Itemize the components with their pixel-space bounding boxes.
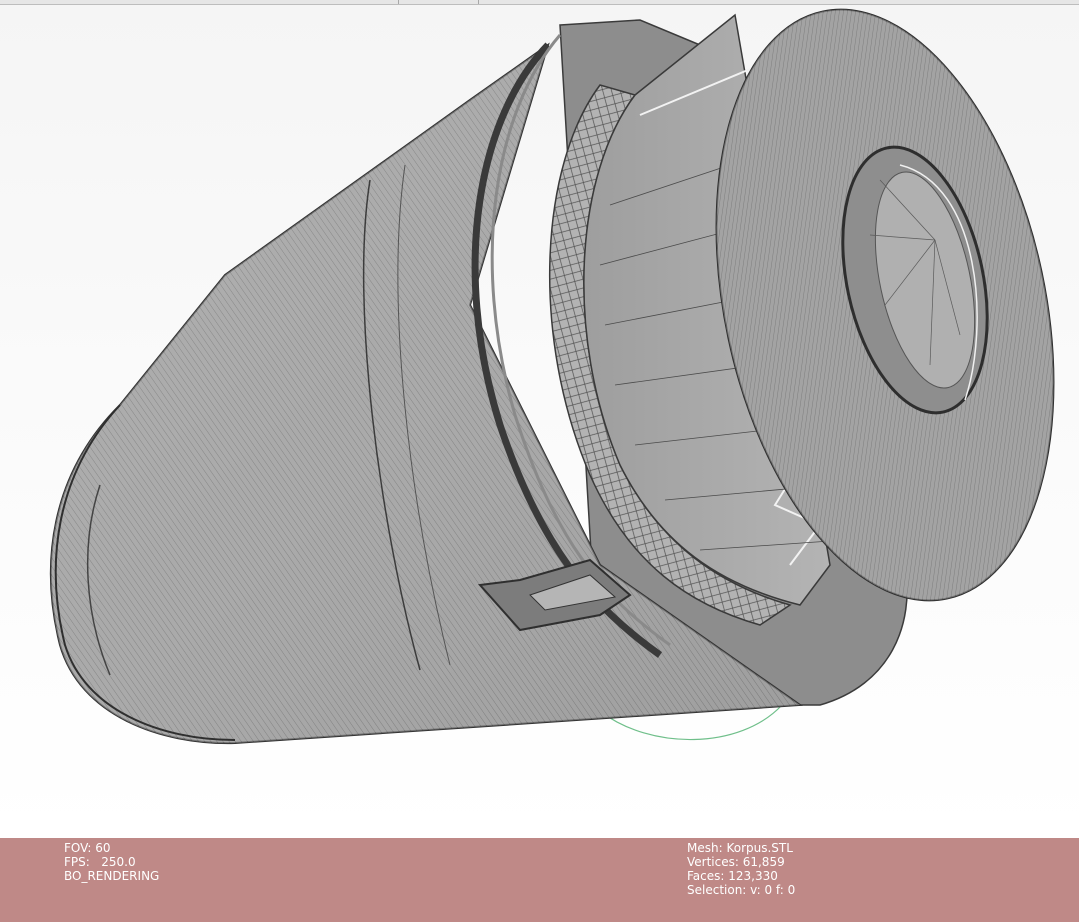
- info-panel: FOV: 60 FPS: 250.0 BO_RENDERING Mesh: Ko…: [0, 838, 1079, 922]
- toolbar-separator: [478, 0, 479, 4]
- 3d-viewport[interactable]: [0, 5, 1079, 838]
- fov-readout: FOV: 60: [64, 841, 111, 855]
- toolbar-separator: [398, 0, 399, 4]
- selection-readout: Selection: v: 0 f: 0: [687, 883, 796, 897]
- mesh-render[interactable]: [0, 5, 1079, 838]
- mesh-name-readout: Mesh: Korpus.STL: [687, 841, 793, 855]
- vertices-readout: Vertices: 61,859: [687, 855, 785, 869]
- meshlab-window: FOV: 60 FPS: 250.0 BO_RENDERING Mesh: Ko…: [0, 0, 1079, 922]
- faces-readout: Faces: 123,330: [687, 869, 778, 883]
- render-mode-readout: BO_RENDERING: [64, 869, 160, 883]
- fps-readout: FPS: 250.0: [64, 855, 136, 869]
